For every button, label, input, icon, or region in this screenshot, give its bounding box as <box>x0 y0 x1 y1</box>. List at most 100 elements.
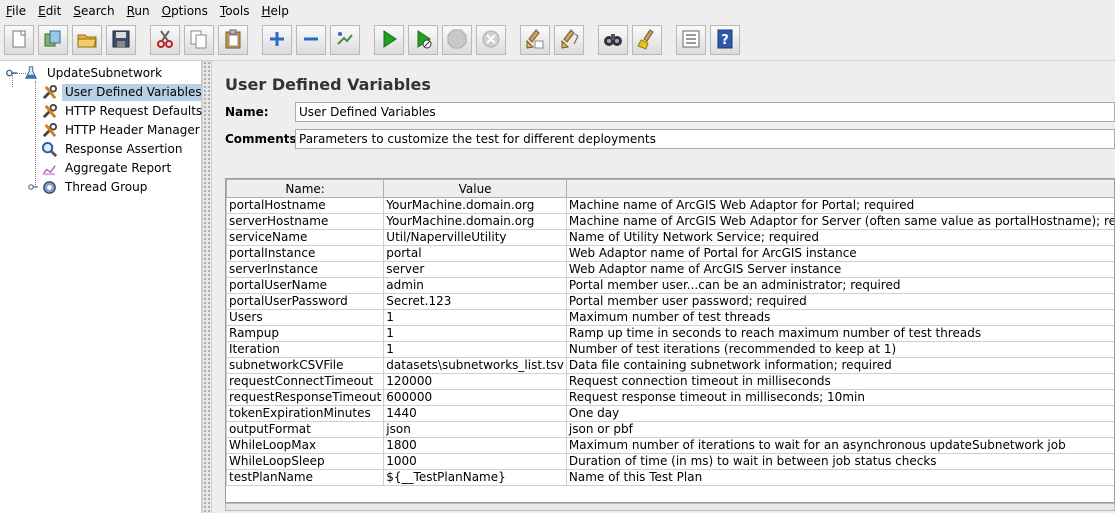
variable-description-cell[interactable]: Data file containing subnetwork informat… <box>565 357 1114 374</box>
variable-description-cell[interactable]: Number of test iterations (recommended t… <box>565 341 1114 358</box>
variable-name-cell[interactable]: Rampup <box>226 325 385 342</box>
variable-value-cell[interactable]: 1440 <box>383 405 567 422</box>
table-row[interactable]: portalUserName admin Portal member user...… <box>226 277 1114 294</box>
variable-name-cell[interactable]: subnetworkCSVFile <box>226 357 385 374</box>
table-row[interactable]: Iteration 1 Number of test iterations (rec… <box>226 341 1114 358</box>
variable-value-cell[interactable]: YourMachine.domain.org <box>383 213 567 230</box>
variable-description-cell[interactable]: Duration of time (in ms) to wait in betw… <box>565 453 1114 470</box>
variable-value-cell[interactable]: json <box>383 421 567 438</box>
cut-button[interactable] <box>150 25 180 55</box>
tree-item-user-defined-variables[interactable]: User Defined Variables <box>40 83 205 101</box>
table-row[interactable]: tokenExpirationMinutes 1440 One day <box>226 405 1114 422</box>
variable-description-cell[interactable]: One day <box>565 405 1114 422</box>
toggle-button[interactable] <box>330 25 360 55</box>
help-button[interactable]: ? <box>710 25 740 55</box>
variable-value-cell[interactable]: Util/NapervilleUtility <box>383 229 567 246</box>
expand-button[interactable] <box>262 25 292 55</box>
variable-name-cell[interactable]: portalInstance <box>226 245 385 262</box>
table-row[interactable]: outputFormat json json or pbf <box>226 421 1114 438</box>
variable-description-cell[interactable]: Maximum number of iterations to wait for… <box>565 437 1114 454</box>
variable-name-cell[interactable]: serviceName <box>226 229 385 246</box>
start-no-pauses-button[interactable] <box>408 25 438 55</box>
variable-description-cell[interactable]: Portal member user...can be an administr… <box>565 277 1114 294</box>
panel-splitter[interactable] <box>202 61 212 513</box>
reset-search-button[interactable] <box>632 25 662 55</box>
copy-button[interactable] <box>184 25 214 55</box>
variable-name-cell[interactable]: serverHostname <box>226 213 385 230</box>
variable-value-cell[interactable]: Secret.123 <box>383 293 567 310</box>
tree-item-response-assertion[interactable]: Response Assertion <box>40 140 185 158</box>
variable-value-cell[interactable]: admin <box>383 277 567 294</box>
variable-description-cell[interactable]: Machine name of ArcGIS Web Adaptor for S… <box>565 213 1114 230</box>
variable-description-cell[interactable]: Name of this Test Plan <box>565 469 1114 486</box>
variable-value-cell[interactable]: 1 <box>383 309 567 326</box>
variable-description-cell[interactable]: Maximum number of test threads <box>565 309 1114 326</box>
clear-button[interactable] <box>520 25 550 55</box>
variable-name-cell[interactable]: serverInstance <box>226 261 385 278</box>
clear-all-button[interactable] <box>554 25 584 55</box>
tree-item-thread-group[interactable]: Thread Group <box>40 178 150 196</box>
table-row[interactable]: portalInstance portal Web Adaptor name of … <box>226 245 1114 262</box>
variable-description-cell[interactable]: json or pbf <box>565 421 1114 438</box>
variable-value-cell[interactable]: server <box>383 261 567 278</box>
variable-value-cell[interactable]: 120000 <box>383 373 567 390</box>
expand-handle-icon[interactable] <box>28 181 38 191</box>
stop-button[interactable] <box>442 25 472 55</box>
menu-help[interactable]: Help <box>256 0 295 22</box>
tree-item-http-request-defaults[interactable]: HTTP Request Defaults <box>40 102 205 120</box>
variable-name-cell[interactable]: WhileLoopSleep <box>226 453 385 470</box>
key-icon[interactable] <box>4 64 20 82</box>
tree-item-http-header-manager[interactable]: HTTP Header Manager <box>40 121 203 139</box>
variable-value-cell[interactable]: 1000 <box>383 453 567 470</box>
variable-description-cell[interactable]: Machine name of ArcGIS Web Adaptor for P… <box>565 197 1114 214</box>
function-helper-button[interactable] <box>676 25 706 55</box>
variable-name-cell[interactable]: WhileLoopMax <box>226 437 385 454</box>
table-row[interactable]: WhileLoopMax 1800 Maximum number of iterat… <box>226 437 1114 454</box>
column-header-value[interactable]: Value <box>383 179 567 198</box>
menu-run[interactable]: Run <box>121 0 156 22</box>
variable-description-cell[interactable]: Request response timeout in milliseconds… <box>565 389 1114 406</box>
table-row[interactable]: Rampup 1 Ramp up time in seconds to reach … <box>226 325 1114 342</box>
variable-value-cell[interactable]: 1 <box>383 341 567 358</box>
table-row[interactable]: testPlanName ${__TestPlanName} Name of thi… <box>226 469 1114 486</box>
variable-name-cell[interactable]: Iteration <box>226 341 385 358</box>
column-header-description[interactable] <box>565 179 1114 198</box>
search-button[interactable] <box>598 25 628 55</box>
table-row[interactable]: portalHostname YourMachine.domain.org Mach… <box>226 197 1114 214</box>
variable-description-cell[interactable]: Name of Utility Network Service; require… <box>565 229 1114 246</box>
table-row[interactable]: serviceName Util/NapervilleUtility Name of… <box>226 229 1114 246</box>
variable-description-cell[interactable]: Web Adaptor name of ArcGIS Server instan… <box>565 261 1114 278</box>
variable-name-cell[interactable]: portalUserName <box>226 277 385 294</box>
variable-name-cell[interactable]: outputFormat <box>226 421 385 438</box>
table-row[interactable]: serverInstance server Web Adaptor name of … <box>226 261 1114 278</box>
start-button[interactable] <box>374 25 404 55</box>
menu-edit[interactable]: Edit <box>32 0 67 22</box>
collapse-button[interactable] <box>296 25 326 55</box>
variable-name-cell[interactable]: testPlanName <box>226 469 385 486</box>
table-row[interactable]: requestResponseTimeout 600000 Request resp… <box>226 389 1114 406</box>
table-row[interactable]: serverHostname YourMachine.domain.org Mach… <box>226 213 1114 230</box>
variable-value-cell[interactable]: YourMachine.domain.org <box>383 197 567 214</box>
variable-name-cell[interactable]: Users <box>226 309 385 326</box>
table-row[interactable]: Users 1 Maximum number of test threads <box>226 309 1114 326</box>
variable-value-cell[interactable]: portal <box>383 245 567 262</box>
new-button[interactable] <box>4 25 34 55</box>
shutdown-button[interactable] <box>476 25 506 55</box>
templates-button[interactable] <box>38 25 68 55</box>
comments-field[interactable]: Parameters to customize the test for dif… <box>295 129 1115 149</box>
menu-file[interactable]: File <box>0 0 32 22</box>
variable-name-cell[interactable]: requestConnectTimeout <box>226 373 385 390</box>
variable-name-cell[interactable]: portalUserPassword <box>226 293 385 310</box>
menu-tools[interactable]: Tools <box>214 0 256 22</box>
tree-item-aggregate-report[interactable]: Aggregate Report <box>40 159 174 177</box>
variable-value-cell[interactable]: datasets\subnetworks_list.tsv <box>383 357 567 374</box>
variable-name-cell[interactable]: requestResponseTimeout <box>226 389 385 406</box>
variable-value-cell[interactable]: ${__TestPlanName} <box>383 469 567 486</box>
table-row[interactable]: portalUserPassword Secret.123 Portal membe… <box>226 293 1114 310</box>
tree-root-node[interactable]: UpdateSubnetwork <box>4 64 165 82</box>
column-header-name[interactable]: Name: <box>226 179 385 198</box>
variable-name-cell[interactable]: portalHostname <box>226 197 385 214</box>
variable-description-cell[interactable]: Portal member user password; required <box>565 293 1114 310</box>
variable-value-cell[interactable]: 1800 <box>383 437 567 454</box>
paste-button[interactable] <box>218 25 248 55</box>
